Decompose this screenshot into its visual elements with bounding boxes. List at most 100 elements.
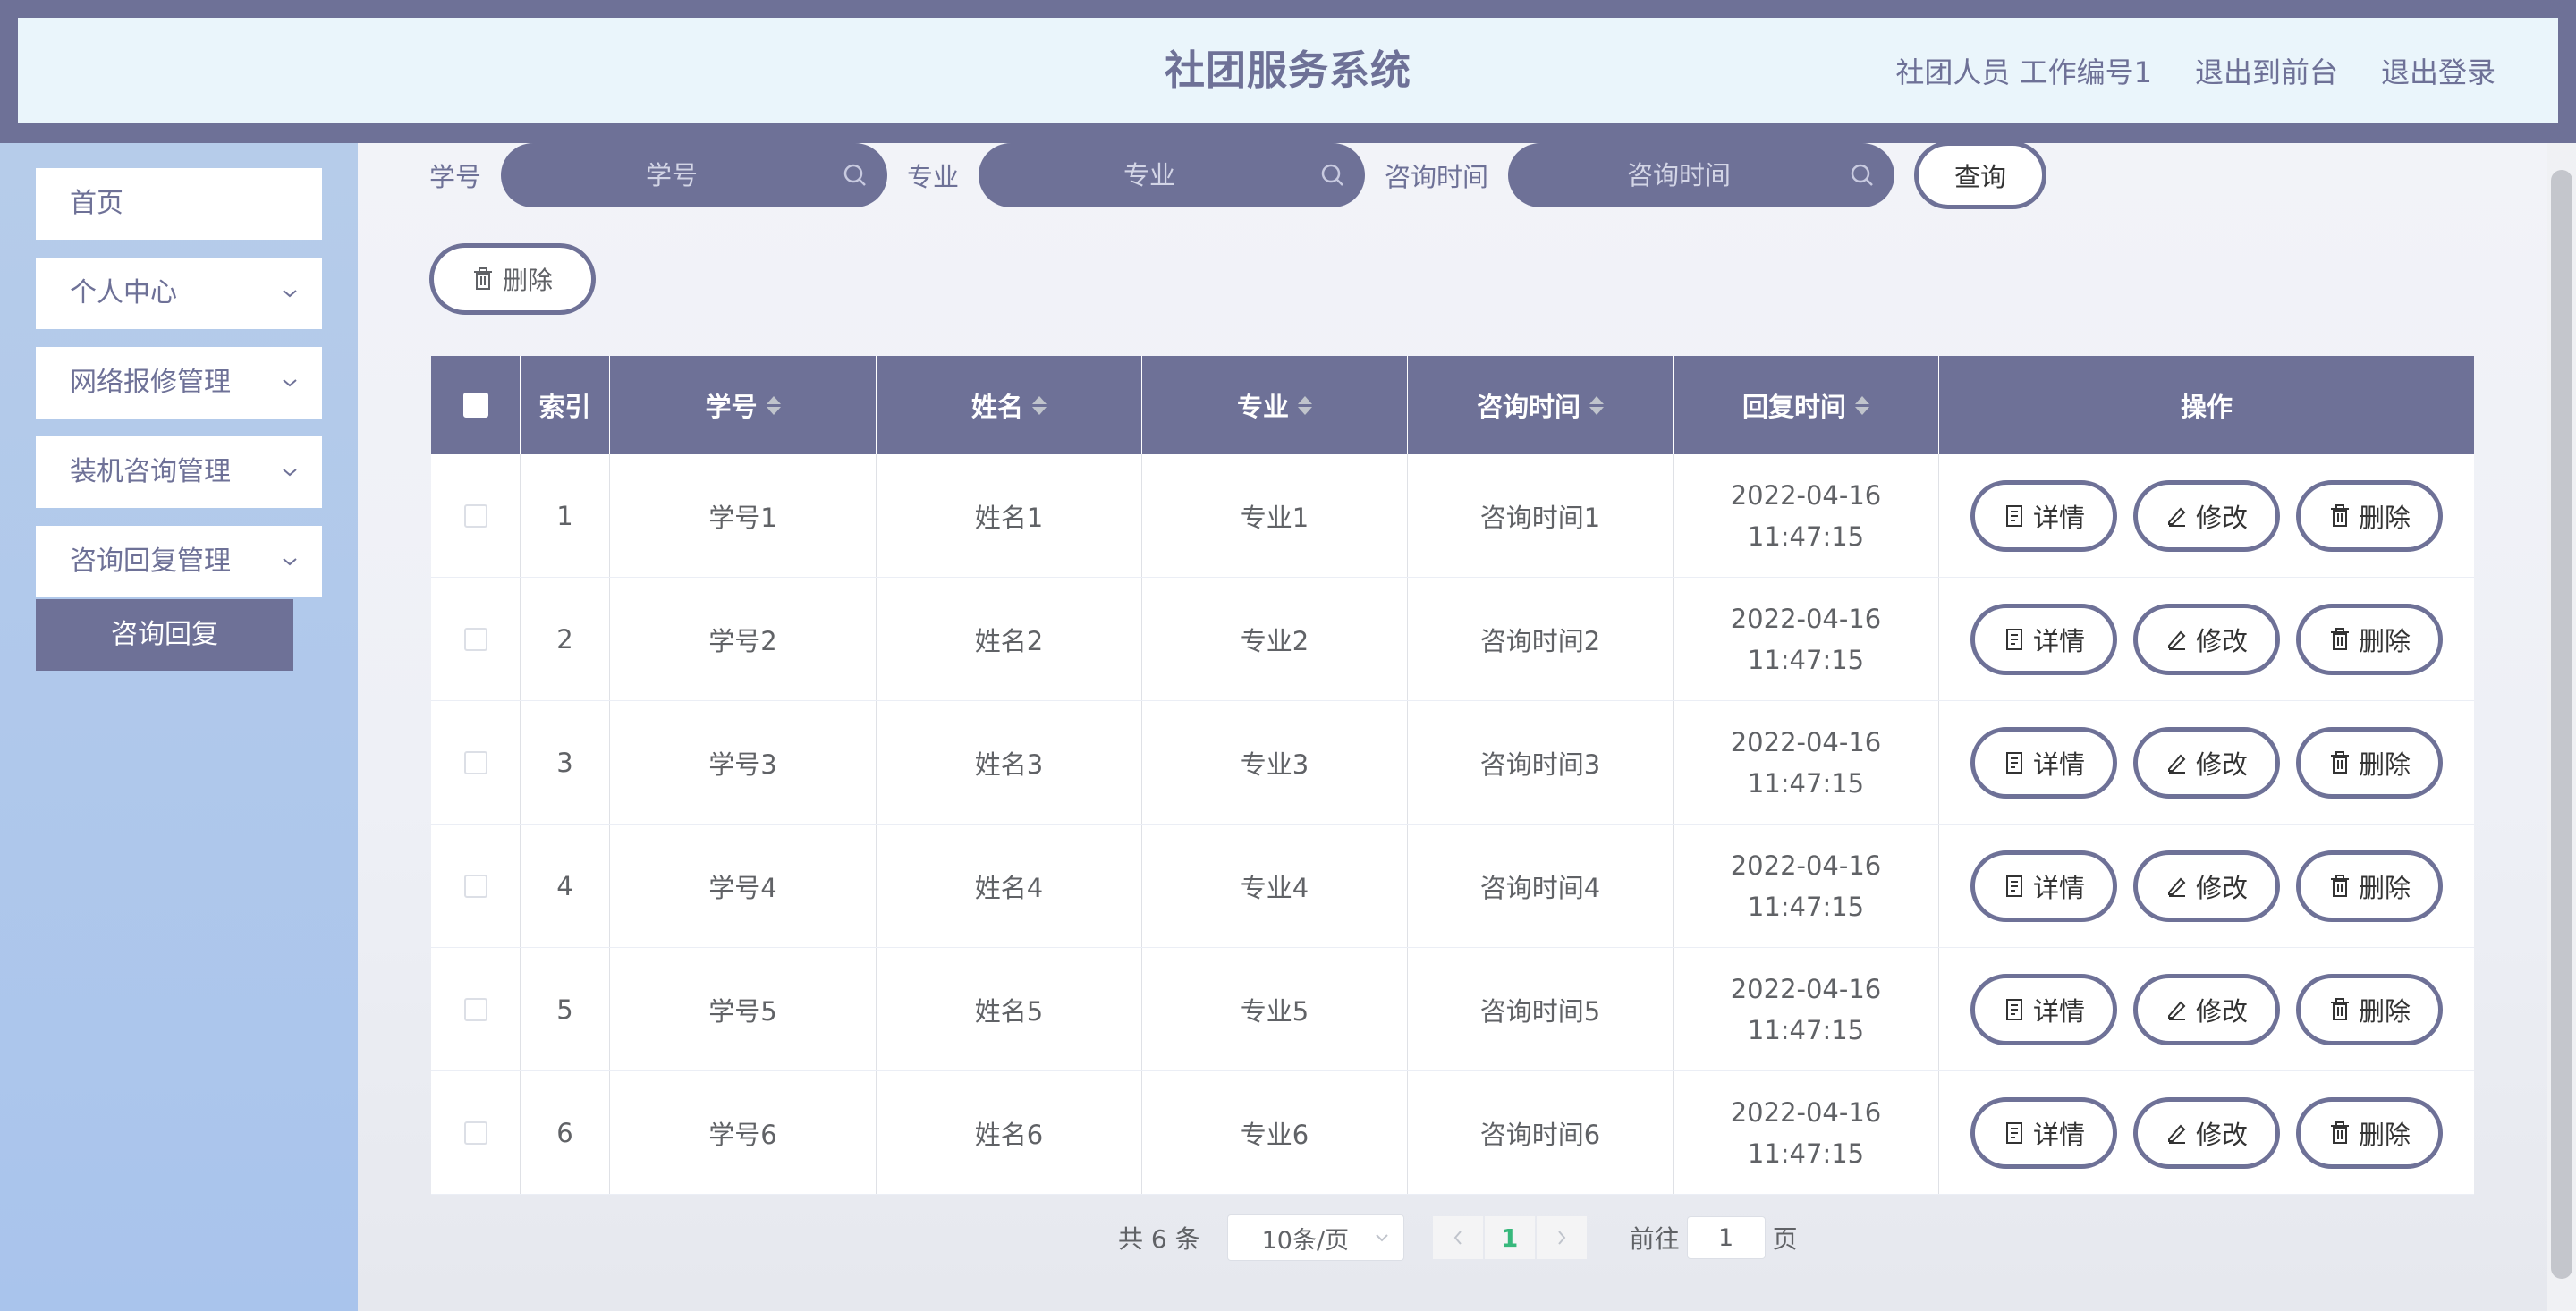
data-table: 索引 学号 姓名 专业 咨询时间 回复时间 操作 1 学号1 姓名1 专业1 咨询时间1…	[431, 356, 2474, 1195]
consult-time-input[interactable]	[1508, 143, 1895, 207]
delete-button[interactable]: 删除	[2296, 479, 2443, 552]
scrollbar-thumb[interactable]	[2551, 170, 2572, 1279]
cell-actions: 详情 修改 删除	[1939, 1071, 2474, 1194]
column-header-major[interactable]: 专业	[1142, 356, 1408, 454]
logout-link[interactable]: 退出登录	[2381, 50, 2496, 91]
vertical-scrollbar[interactable]	[2547, 143, 2576, 1311]
cell-student-no: 学号2	[610, 578, 877, 700]
cell-name: 姓名4	[877, 825, 1142, 947]
row-checkbox[interactable]	[463, 503, 487, 528]
cell-student-no: 学号3	[610, 701, 877, 824]
page-size-select[interactable]: 10条/页	[1226, 1214, 1404, 1261]
chevron-down-icon	[279, 347, 301, 419]
edit-button[interactable]: 修改	[2133, 973, 2280, 1045]
document-icon	[2005, 998, 2022, 1020]
detail-button[interactable]: 详情	[1970, 603, 2117, 675]
sort-icon[interactable]	[1589, 395, 1604, 415]
edit-button[interactable]: 修改	[2133, 726, 2280, 799]
edit-button[interactable]: 修改	[2133, 479, 2280, 552]
detail-button[interactable]: 详情	[1970, 850, 2117, 922]
sidebar-item-home[interactable]: 首页	[36, 168, 322, 240]
exit-to-front-link[interactable]: 退出到前台	[2195, 50, 2338, 91]
column-header-actions: 操作	[2180, 392, 2233, 422]
edit-button[interactable]: 修改	[2133, 850, 2280, 922]
delete-button[interactable]: 删除	[2296, 726, 2443, 799]
sort-icon[interactable]	[766, 395, 781, 415]
column-header-reply-time[interactable]: 回复时间	[1674, 356, 1939, 454]
sidebar-item-consult-reply[interactable]: 咨询回复管理	[36, 526, 322, 597]
page-number-current[interactable]: 1	[1484, 1216, 1535, 1259]
table-row: 2 学号2 姓名2 专业2 咨询时间2 2022-04-16 11:47:15 详情 修改 删除	[431, 578, 2474, 701]
search-icon	[1321, 164, 1343, 186]
column-header-student-no[interactable]: 学号	[610, 356, 877, 454]
reply-time-text: 2022-04-16 11:47:15	[1730, 850, 1882, 922]
chevron-right-icon	[1557, 1231, 1565, 1245]
submenu-item-consult-reply[interactable]: 咨询回复	[36, 599, 293, 671]
goto-page: 前往 页	[1630, 1216, 1798, 1259]
cell-major: 专业3	[1142, 701, 1408, 824]
delete-button[interactable]: 删除	[2296, 1096, 2443, 1169]
search-icon	[1851, 164, 1873, 186]
sidebar-item-label: 首页	[70, 188, 123, 219]
top-header: 社团服务系统 社团人员 工作编号1 退出到前台 退出登录	[18, 18, 2558, 123]
edit-icon	[2167, 507, 2186, 527]
detail-button[interactable]: 详情	[1970, 479, 2117, 552]
sort-icon[interactable]	[1855, 395, 1869, 415]
sidebar-item-label: 咨询回复管理	[70, 546, 231, 577]
delete-button[interactable]: 删除	[2296, 603, 2443, 675]
trash-icon	[2330, 503, 2349, 527]
cell-major: 专业5	[1142, 948, 1408, 1070]
cell-index: 1	[521, 454, 610, 577]
row-checkbox[interactable]	[463, 997, 487, 1021]
reply-time-text: 2022-04-16 11:47:15	[1730, 603, 1882, 675]
sidebar-item-personal-center[interactable]: 个人中心	[36, 258, 322, 329]
major-input[interactable]	[979, 143, 1366, 207]
row-checkbox[interactable]	[463, 874, 487, 898]
table-row: 3 学号3 姓名3 专业3 咨询时间3 2022-04-16 11:47:15 详情 修改 删除	[431, 701, 2474, 825]
student-no-input[interactable]	[501, 143, 888, 207]
select-all-checkbox[interactable]	[462, 393, 488, 418]
delete-button[interactable]: 删除	[2296, 850, 2443, 922]
document-icon	[2005, 751, 2022, 774]
prev-page-button[interactable]	[1432, 1216, 1483, 1259]
batch-delete-button[interactable]: 删除	[429, 243, 596, 315]
query-button[interactable]: 查询	[1914, 143, 2047, 209]
edit-button[interactable]: 修改	[2133, 1096, 2280, 1169]
sidebar-item-install-consult[interactable]: 装机咨询管理	[36, 436, 322, 508]
row-checkbox[interactable]	[463, 627, 487, 651]
cell-index: 4	[521, 825, 610, 947]
edit-button[interactable]: 修改	[2133, 603, 2280, 675]
next-page-button[interactable]	[1536, 1216, 1587, 1259]
sidebar-item-network-repair[interactable]: 网络报修管理	[36, 347, 322, 419]
sidebar: 首页 个人中心 网络报修管理 装机咨询管理 咨询回复管理 咨询回复	[0, 143, 358, 1311]
student-no-search-field	[501, 143, 888, 207]
sort-icon[interactable]	[1298, 395, 1312, 415]
trash-icon	[2330, 627, 2349, 650]
detail-button[interactable]: 详情	[1970, 726, 2117, 799]
detail-button[interactable]: 详情	[1970, 973, 2117, 1045]
row-checkbox[interactable]	[463, 750, 487, 774]
trash-icon	[2330, 750, 2349, 774]
cell-major: 专业1	[1142, 454, 1408, 577]
row-select-cell	[431, 825, 521, 947]
edit-icon	[2167, 877, 2186, 897]
goto-page-input[interactable]	[1686, 1216, 1766, 1259]
detail-button[interactable]: 详情	[1970, 1096, 2117, 1169]
column-header-name[interactable]: 姓名	[877, 356, 1142, 454]
column-header-consult-time[interactable]: 咨询时间	[1408, 356, 1674, 454]
pagination: 共 6 条 10条/页 1 前往 页	[1118, 1213, 1798, 1263]
table-row: 6 学号6 姓名6 专业6 咨询时间6 2022-04-16 11:47:15 详情 修改 删除	[431, 1071, 2474, 1195]
cell-index: 6	[521, 1071, 610, 1194]
delete-button[interactable]: 删除	[2296, 973, 2443, 1045]
goto-prefix: 前往	[1629, 1224, 1680, 1254]
cell-name: 姓名2	[877, 578, 1142, 700]
chevron-down-icon	[279, 526, 301, 597]
cell-reply-time: 2022-04-16 11:47:15	[1674, 578, 1939, 700]
trash-icon	[2330, 1121, 2349, 1144]
row-checkbox[interactable]	[463, 1121, 487, 1145]
reply-time-text: 2022-04-16 11:47:15	[1730, 726, 1882, 799]
cell-actions: 详情 修改 删除	[1939, 825, 2474, 947]
sort-icon[interactable]	[1032, 395, 1046, 415]
page-size-value: 10条/页	[1261, 1226, 1350, 1255]
cell-student-no: 学号6	[610, 1071, 877, 1194]
